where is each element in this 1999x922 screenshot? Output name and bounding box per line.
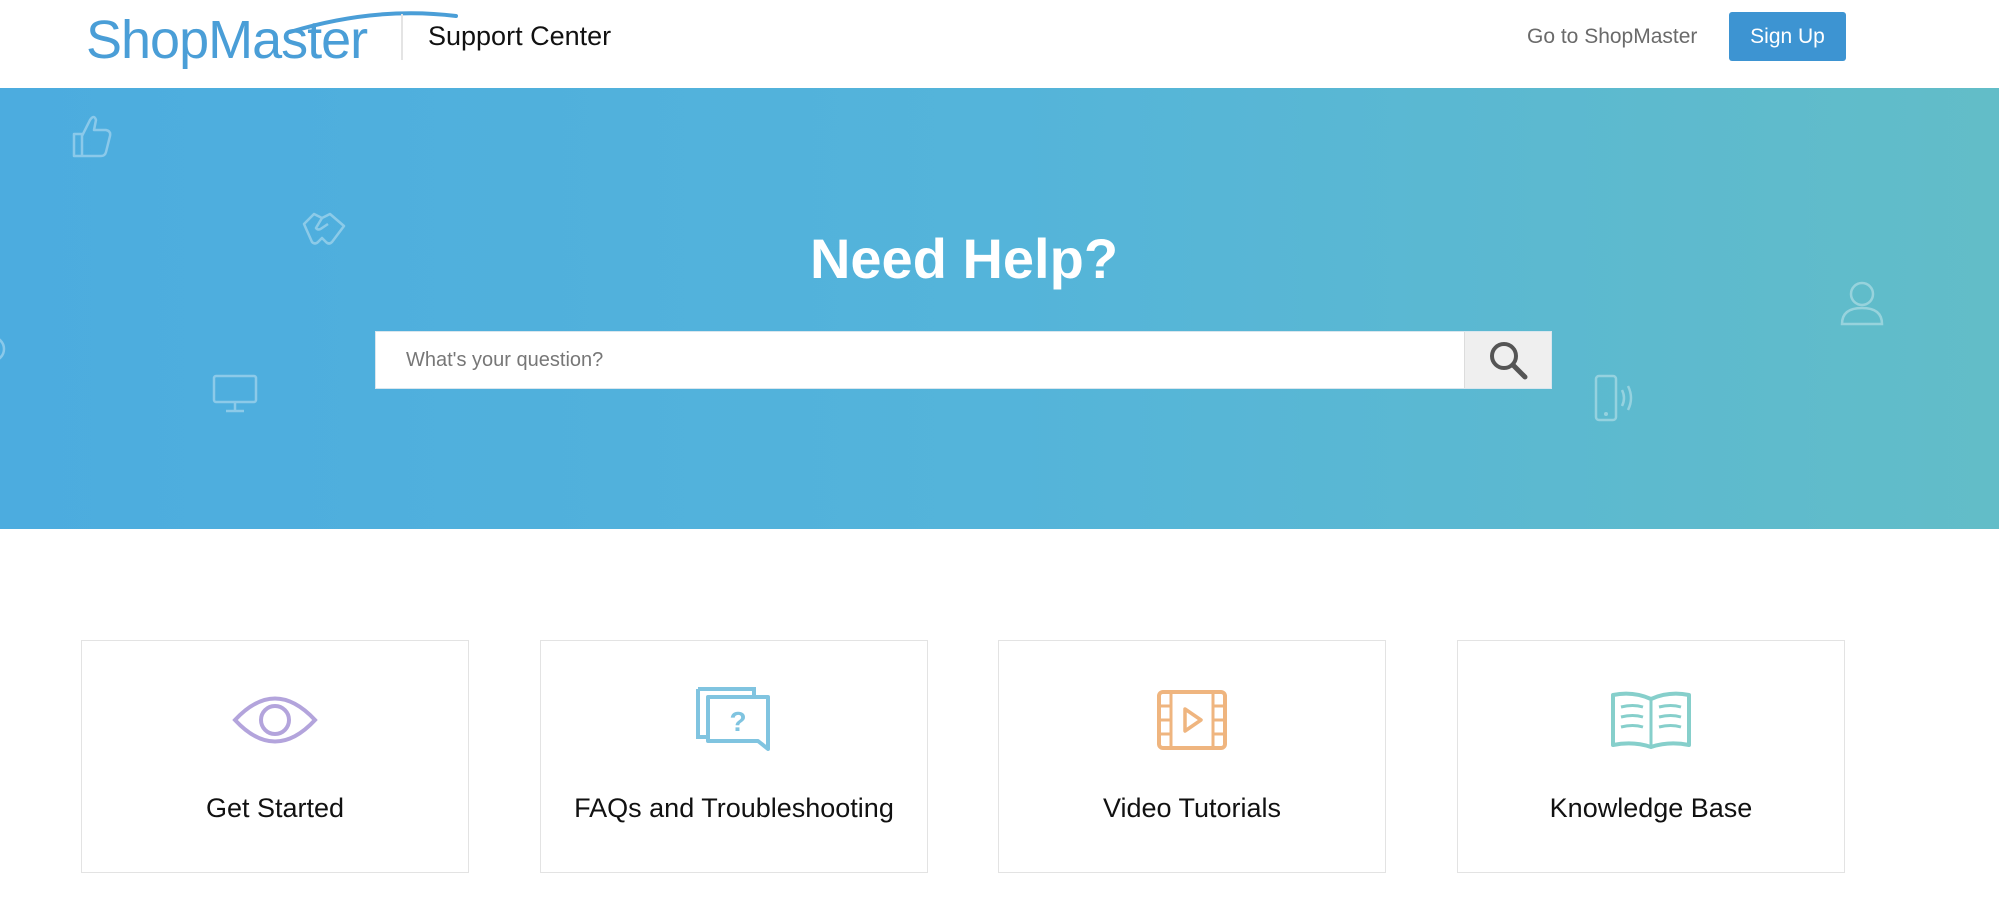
card-faqs-troubleshooting[interactable]: ? FAQs and Troubleshooting [540, 640, 928, 873]
card-label: Video Tutorials [1102, 793, 1282, 823]
search-button[interactable] [1464, 332, 1551, 388]
thumbs-up-icon [72, 115, 112, 158]
svg-text:?: ? [729, 706, 746, 737]
eye-icon [232, 696, 318, 744]
card-label: FAQs and Troubleshooting [574, 793, 894, 823]
top-navbar: ShopMaster Support Center Go to ShopMast… [0, 0, 1999, 89]
cog-icon [0, 338, 6, 360]
card-get-started[interactable]: Get Started [81, 640, 469, 873]
sign-up-button[interactable]: Sign Up [1729, 12, 1846, 61]
card-knowledge-base[interactable]: Knowledge Base [1457, 640, 1845, 873]
phone-vibrate-icon [1594, 374, 1633, 422]
search-bar [375, 331, 1552, 389]
hero-banner: Need Help? [0, 88, 1999, 529]
header-divider [401, 14, 403, 60]
question-chat-icon: ? [696, 687, 770, 751]
monitor-icon [212, 374, 258, 413]
card-video-tutorials[interactable]: Video Tutorials [998, 640, 1386, 873]
card-label: Get Started [205, 793, 345, 823]
film-play-icon [1157, 690, 1227, 750]
search-icon [1490, 342, 1528, 380]
hero-title: Need Help? [809, 227, 1119, 290]
open-book-icon [1611, 691, 1691, 749]
card-label: Knowledge Base [1549, 793, 1753, 823]
page-title: Support Center [428, 21, 612, 51]
go-to-shopmaster-link[interactable]: Go to ShopMaster [1527, 22, 1697, 52]
search-input[interactable] [376, 332, 1464, 388]
